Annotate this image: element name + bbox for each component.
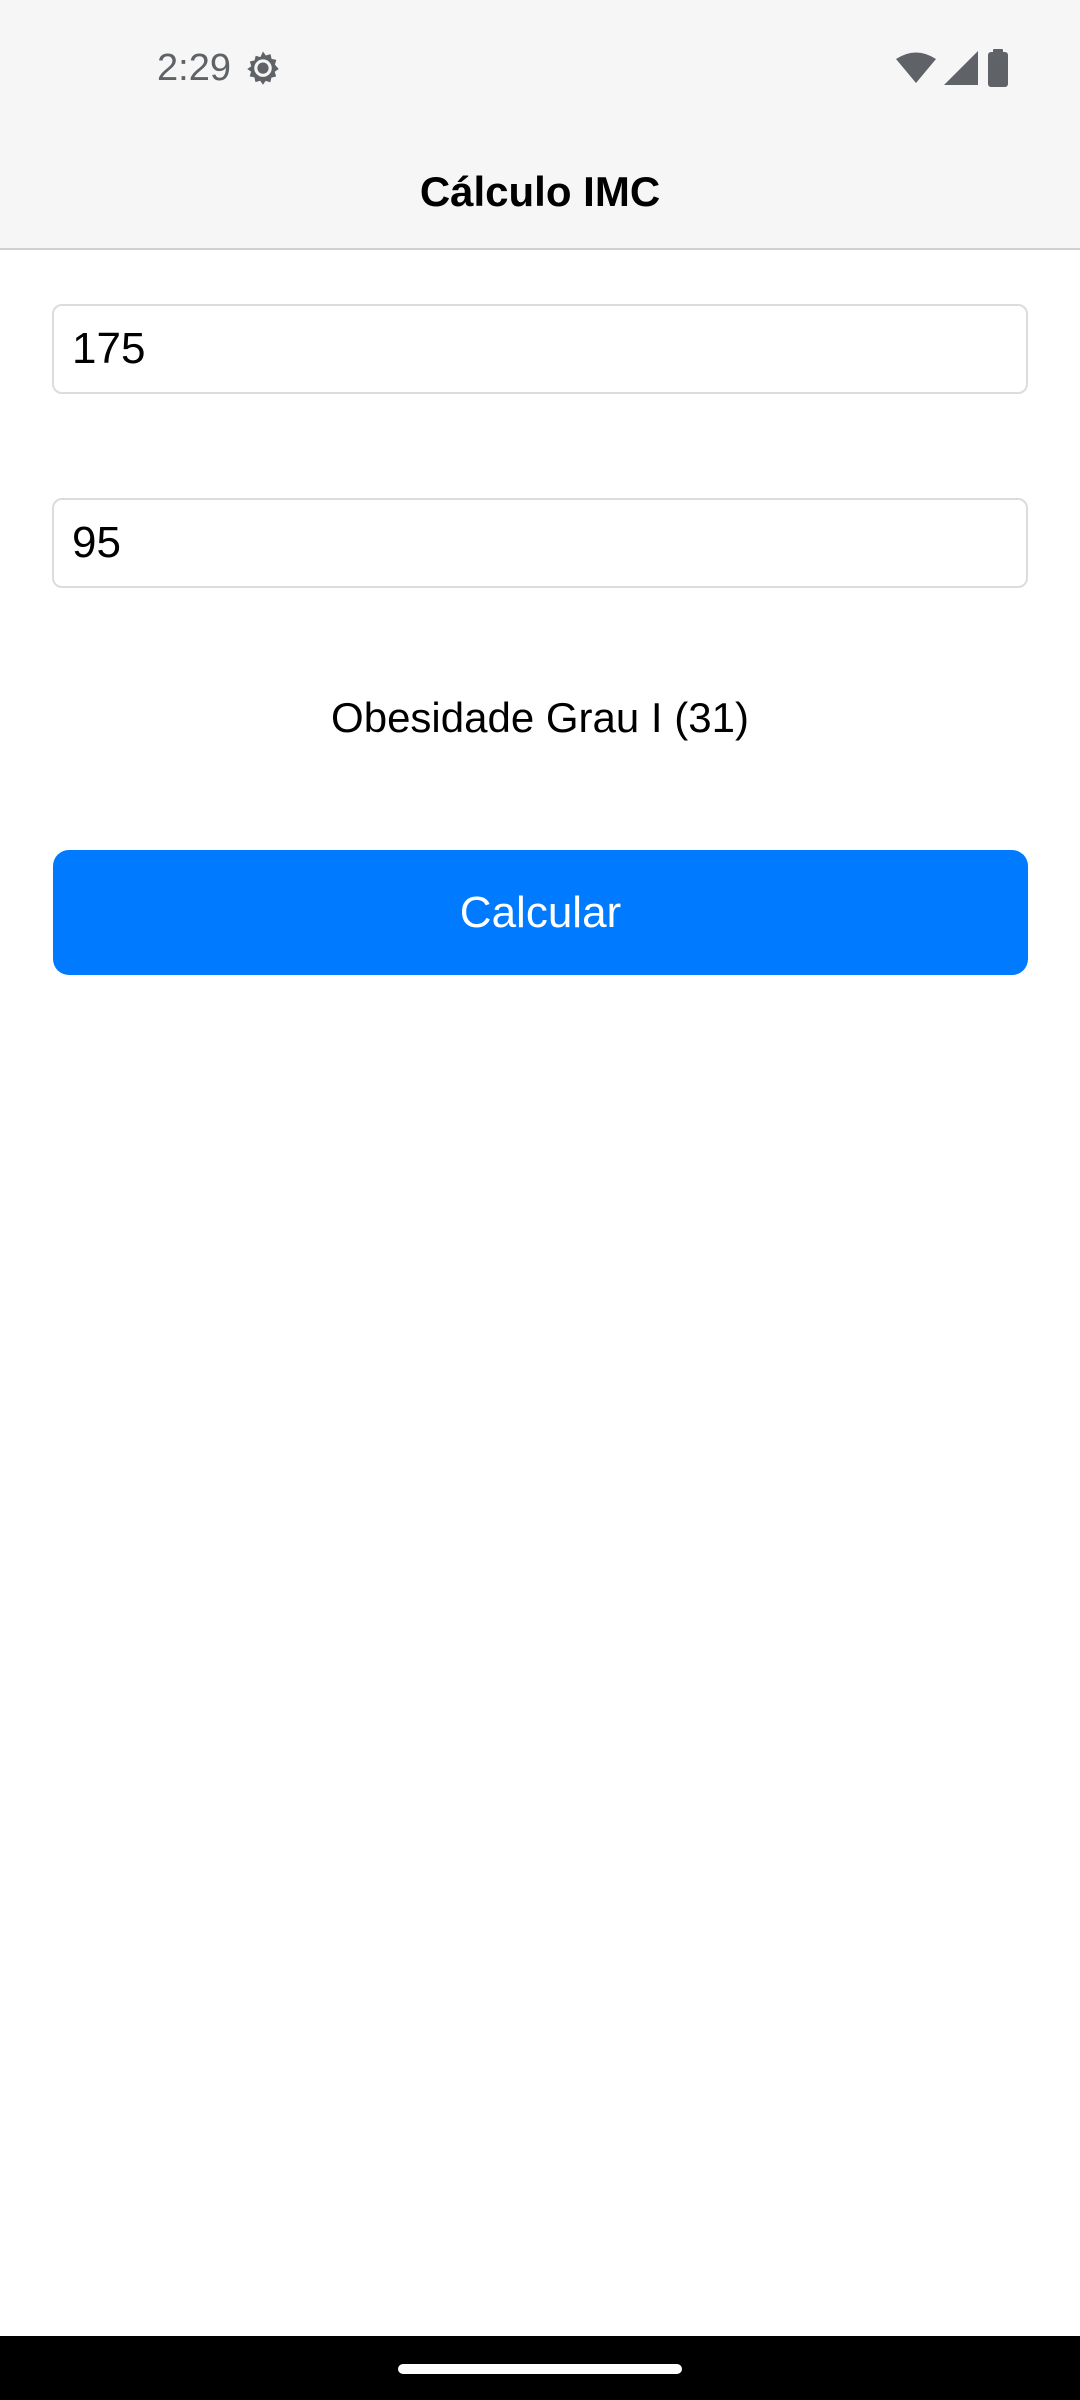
home-indicator[interactable] xyxy=(398,2364,682,2374)
status-icons xyxy=(896,48,1010,88)
navigation-bar xyxy=(0,2336,1080,2400)
app-header: Cálculo IMC xyxy=(0,136,1080,250)
cell-signal-icon xyxy=(944,51,978,85)
height-input[interactable] xyxy=(52,304,1028,394)
settings-icon xyxy=(247,51,279,85)
page-title: Cálculo IMC xyxy=(419,168,661,215)
app-screen: 2:29 Cálculo IMC Obesidade Grau I (31) C… xyxy=(0,0,1080,2400)
status-time: 2:29 xyxy=(157,47,231,89)
bmi-result-text: Obesidade Grau I (31) xyxy=(331,694,749,741)
status-bar: 2:29 xyxy=(0,0,1080,136)
battery-icon xyxy=(988,49,1008,87)
calculate-button[interactable]: Calcular xyxy=(53,850,1028,975)
wifi-icon xyxy=(896,52,936,83)
weight-input[interactable] xyxy=(52,498,1028,588)
